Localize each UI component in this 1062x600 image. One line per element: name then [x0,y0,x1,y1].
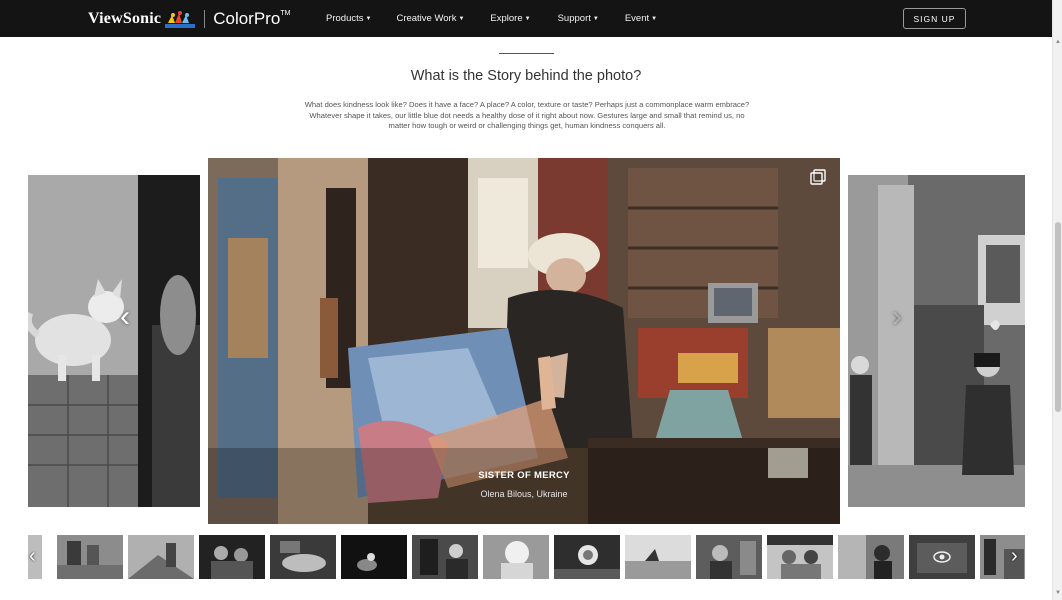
menu-explore-label: Explore [490,13,523,24]
thumbnail-item[interactable] [625,535,691,579]
menu-creative-work[interactable]: Creative Work ▼ [396,13,464,24]
page-scrollbar[interactable]: ▲ ▼ [1052,0,1062,600]
section-description: What does kindness look like? Does it ha… [304,100,750,130]
chevron-left-icon[interactable]: ‹ [120,302,130,332]
menu-creative-work-label: Creative Work [396,13,457,24]
section-title: What is the Story behind the photo? [410,68,642,84]
caret-down-icon: ▼ [592,15,599,22]
chevron-right-icon[interactable]: › [892,302,902,332]
trademark-mark: TM [280,9,291,17]
thumbnail-item[interactable] [838,535,904,579]
menu-explore[interactable]: Explore ▼ [490,13,530,24]
birds-logo-icon [165,11,196,28]
logo-separator [204,10,206,28]
thumbnail-item[interactable] [341,535,407,579]
scroll-down-icon[interactable]: ▼ [1055,590,1061,596]
top-nav: ViewSonic ColorPro TM Products ▼ Creative… [0,0,1052,37]
photo-caption-author: Olena Bilous, Ukraine [480,489,568,499]
thumbnail-item[interactable] [57,535,123,579]
caret-down-icon: ▼ [458,15,465,22]
thumbnail-item[interactable] [909,535,975,579]
thumbnail-item[interactable] [128,535,194,579]
thumbnail-item[interactable] [483,535,549,579]
thumbnail-item[interactable] [270,535,336,579]
thumbnail-prev-icon[interactable]: ‹ [29,545,36,567]
photo-caption-title: SISTER OF MERCY [478,470,570,481]
caret-down-icon: ▼ [651,15,658,22]
carousel-next-photo[interactable] [848,175,1025,507]
thumbnail-next-icon[interactable]: › [1011,545,1018,567]
thumbnail-item[interactable] [554,535,620,579]
carousel-prev-photo[interactable] [28,175,200,507]
menu-support[interactable]: Support ▼ [558,13,599,24]
street-photo-image [848,175,1025,507]
product-name: ColorPro [213,9,281,28]
thumbnail-item[interactable] [412,535,478,579]
section-divider [499,53,554,54]
copy-icon[interactable] [809,168,827,186]
thumbnail-strip [28,535,1025,579]
thumbnail-item[interactable] [767,535,833,579]
brand-name: ViewSonic [88,10,162,27]
thumbnail-item[interactable] [199,535,265,579]
viewsonic-colorpro-logo[interactable]: ViewSonic ColorPro TM [88,7,290,31]
thumbnail-item[interactable] [980,535,1025,579]
menu-event-label: Event [624,13,650,24]
cat-photo-image [28,175,200,507]
main-menu: Products ▼ Creative Work ▼ Explore ▼ Suppor… [326,0,657,37]
sign-up-button[interactable]: SIGN UP [903,8,966,29]
scroll-up-icon[interactable]: ▲ [1055,39,1061,45]
thumbnail-item[interactable] [696,535,762,579]
menu-support-label: Support [557,13,591,24]
scrollbar-thumb[interactable] [1055,222,1061,412]
caret-down-icon: ▼ [524,15,531,22]
menu-event[interactable]: Event ▼ [625,13,657,24]
menu-products[interactable]: Products ▼ [326,13,371,24]
caret-down-icon: ▼ [365,15,372,22]
menu-products-label: Products [326,13,364,24]
